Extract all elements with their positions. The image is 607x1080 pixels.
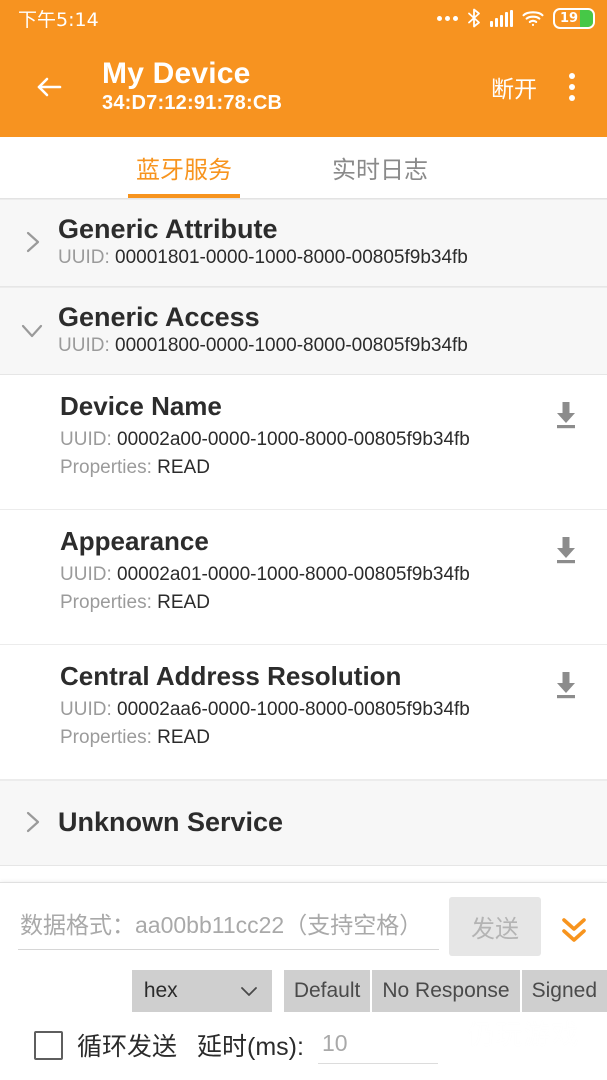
characteristic-uuid: UUID: 00002a00-0000-1000-8000-00805f9b34… (60, 428, 549, 452)
characteristic-actions (549, 392, 589, 432)
chevron-right-icon (14, 229, 50, 255)
characteristic-actions (549, 662, 589, 702)
write-mode-default-button[interactable]: Default (283, 970, 371, 1012)
cellular-signal-icon (490, 9, 513, 27)
characteristic-row[interactable]: Central Address Resolution UUID: 00002aa… (0, 645, 607, 781)
service-name: Unknown Service (58, 806, 284, 837)
service-uuid: UUID: 00001800-0000-1000-8000-00805f9b34… (58, 335, 468, 358)
properties-value: READ (157, 726, 210, 748)
loop-send-label: 循环发送 (77, 1033, 178, 1061)
status-bar-icons: 19 (437, 7, 595, 29)
app-bar: My Device 34:D7:12:91:78:CB 断开 (0, 36, 607, 137)
write-send-row: 发送 (0, 883, 607, 968)
tab-label: 实时日志 (332, 157, 428, 184)
device-mac-address: 34:D7:12:91:78:CB (102, 92, 283, 115)
back-button[interactable] (26, 64, 72, 110)
properties-label: Properties: (60, 726, 158, 748)
write-mode-no-response-button[interactable]: No Response (372, 970, 520, 1012)
characteristic-body: Device Name UUID: 00002a00-0000-1000-800… (60, 391, 549, 480)
characteristic-properties: Properties: READ (60, 726, 549, 750)
app-bar-titles: My Device 34:D7:12:91:78:CB (102, 56, 487, 115)
characteristic-row[interactable]: Device Name UUID: 00002a00-0000-1000-800… (0, 375, 607, 511)
download-icon[interactable] (549, 398, 583, 432)
uuid-label: UUID: (60, 428, 117, 450)
uuid-value: 00002a00-0000-1000-8000-00805f9b34fb (117, 428, 470, 450)
loop-send-row: 循环发送 延时(ms): (0, 1012, 607, 1074)
delay-input[interactable] (317, 1026, 438, 1064)
tab-realtime-log[interactable]: 实时日志 (324, 137, 436, 198)
arrow-left-icon (32, 70, 66, 104)
app-root: 下午5:14 19 My Device 34:D7:12:91:78:CB 断开… (0, 0, 607, 1080)
format-select-value: hex (143, 979, 178, 1002)
status-bar-clock: 下午5:14 (18, 8, 99, 31)
write-panel: 发送 hex Default No Response Si (0, 882, 607, 1080)
service-text: Unknown Service (58, 807, 283, 837)
battery-level-label: 19 (560, 10, 579, 26)
characteristic-actions (549, 527, 589, 567)
delay-label: 延时(ms): (197, 1033, 304, 1061)
service-text: Generic Attribute UUID: 00001801-0000-10… (58, 214, 468, 270)
loop-send-checkbox[interactable] (34, 1030, 63, 1060)
uuid-value: 00001800-0000-1000-8000-00805f9b34fb (115, 335, 468, 357)
service-row-generic-access[interactable]: Generic Access UUID: 00001800-0000-1000-… (0, 287, 607, 376)
tab-bluetooth-services[interactable]: 蓝牙服务 (128, 137, 240, 198)
service-row-unknown-service[interactable]: Unknown Service (0, 780, 607, 867)
characteristic-properties: Properties: READ (60, 456, 549, 480)
characteristic-body: Appearance UUID: 00002a01-0000-1000-8000… (60, 526, 549, 615)
properties-value: READ (157, 591, 210, 613)
status-bar: 下午5:14 19 (0, 0, 607, 36)
characteristic-properties: Properties: READ (60, 591, 549, 615)
properties-label: Properties: (60, 591, 158, 613)
write-mode-segmented-control: Default No Response Signed (283, 970, 607, 1012)
overflow-menu-button[interactable] (555, 65, 589, 109)
battery-icon: 19 (553, 7, 595, 29)
data-input[interactable] (18, 903, 439, 950)
service-text: Generic Access UUID: 00001800-0000-1000-… (58, 302, 468, 358)
chevron-down-icon (14, 317, 50, 343)
bluetooth-icon (467, 8, 481, 28)
characteristic-name: Central Address Resolution (60, 661, 402, 692)
properties-label: Properties: (60, 456, 158, 478)
format-select[interactable]: hex (131, 970, 272, 1012)
disconnect-button[interactable]: 断开 (487, 64, 541, 110)
battery-fill (580, 9, 593, 27)
characteristic-uuid: UUID: 00002aa6-0000-1000-8000-00805f9b34… (60, 698, 549, 722)
uuid-label: UUID: (58, 247, 115, 269)
write-mode-signed-button[interactable]: Signed (521, 970, 607, 1012)
page-title: My Device (102, 56, 251, 90)
double-chevron-down-icon[interactable] (551, 904, 597, 950)
uuid-label: UUID: (60, 698, 117, 720)
download-icon[interactable] (549, 533, 583, 567)
uuid-value: 00002a01-0000-1000-8000-00805f9b34fb (117, 563, 470, 585)
uuid-value: 00001801-0000-1000-8000-00805f9b34fb (115, 247, 468, 269)
properties-value: READ (157, 456, 210, 478)
characteristic-row[interactable]: Appearance UUID: 00002a01-0000-1000-8000… (0, 510, 607, 646)
characteristic-name: Device Name (60, 391, 222, 422)
chevron-right-icon (14, 809, 50, 835)
service-name: Generic Attribute (58, 214, 278, 244)
uuid-label: UUID: (60, 563, 117, 585)
tab-bar: 蓝牙服务 实时日志 (0, 137, 607, 199)
tab-label: 蓝牙服务 (136, 157, 232, 184)
more-dots-icon (437, 15, 458, 21)
characteristic-body: Central Address Resolution UUID: 00002aa… (60, 661, 549, 750)
service-row-generic-attribute[interactable]: Generic Attribute UUID: 00001801-0000-10… (0, 199, 607, 288)
service-uuid: UUID: 00001801-0000-1000-8000-00805f9b34… (58, 247, 468, 270)
service-name: Generic Access (58, 302, 260, 333)
wifi-icon (522, 9, 544, 27)
chevron-down-icon (238, 980, 260, 1002)
download-icon[interactable] (549, 668, 583, 702)
write-options-row: hex Default No Response Signed (0, 970, 607, 1012)
send-button[interactable]: 发送 (449, 897, 541, 956)
uuid-value: 00002aa6-0000-1000-8000-00805f9b34fb (117, 698, 470, 720)
characteristic-name: Appearance (60, 526, 209, 557)
uuid-label: UUID: (58, 335, 115, 357)
characteristic-uuid: UUID: 00002a01-0000-1000-8000-00805f9b34… (60, 563, 549, 587)
